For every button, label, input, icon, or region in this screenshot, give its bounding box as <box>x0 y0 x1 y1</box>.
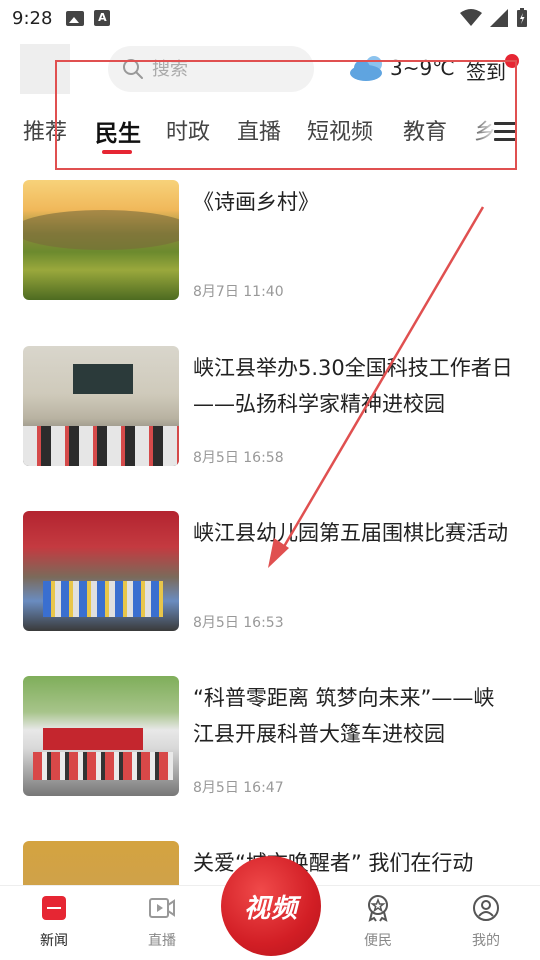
badge-star-icon <box>368 895 388 922</box>
news-time: 8月7日 11:40 <box>193 284 284 300</box>
status-system-icons <box>460 8 528 28</box>
news-thumbnail <box>23 346 179 466</box>
nav-mine-label: 我的 <box>472 933 500 949</box>
news-item[interactable]: “科普零距离 筑梦向未来”——峡江县开展科普大篷车进校园 8月5日 16:47 <box>0 676 540 826</box>
nav-mine[interactable]: 我的 <box>446 894 526 950</box>
video-fab-label: 视频 <box>243 893 298 924</box>
status-notification-icons: A <box>66 10 111 26</box>
nav-news[interactable]: 新闻 <box>14 894 94 950</box>
video-fab-button[interactable]: 视频 <box>221 856 321 956</box>
user-profile-icon <box>473 895 499 921</box>
nav-services[interactable]: 便民 <box>338 894 418 950</box>
status-bar: 9:28 A <box>0 0 540 36</box>
annotation-highlight-box <box>55 60 517 170</box>
news-title: 峡江县幼儿园第五届围棋比赛活动 <box>193 521 508 545</box>
wifi-icon <box>460 9 482 26</box>
nav-services-label: 便民 <box>364 933 392 949</box>
news-icon <box>42 896 66 920</box>
nav-live[interactable]: 直播 <box>122 894 202 950</box>
bottom-navigation: 新闻 直播 视频 便民 我的 <box>0 856 540 960</box>
news-thumbnail <box>23 676 179 796</box>
image-notification-icon <box>66 10 85 26</box>
nav-news-label: 新闻 <box>40 933 68 949</box>
news-item[interactable]: 峡江县幼儿园第五届围棋比赛活动 8月5日 16:53 <box>0 511 540 661</box>
news-title: 《诗画乡村》 <box>193 190 319 214</box>
news-thumbnail <box>23 180 179 300</box>
app-notification-icon: A <box>94 10 111 26</box>
news-title: 峡江县举办5.30全国科技工作者日——弘扬科学家精神进校园 <box>193 356 513 416</box>
status-time: 9:28 <box>12 7 53 29</box>
news-item[interactable]: 《诗画乡村》 8月7日 11:40 <box>0 180 540 330</box>
signal-icon <box>490 9 508 27</box>
news-time: 8月5日 16:47 <box>193 780 284 796</box>
news-time: 8月5日 16:58 <box>193 450 284 466</box>
battery-icon <box>517 8 527 27</box>
news-item[interactable]: 峡江县举办5.30全国科技工作者日——弘扬科学家精神进校园 8月5日 16:58 <box>0 346 540 496</box>
news-thumbnail <box>23 511 179 631</box>
news-title: “科普零距离 筑梦向未来”——峡江县开展科普大篷车进校园 <box>193 686 495 746</box>
news-time: 8月5日 16:53 <box>193 615 284 631</box>
nav-live-label: 直播 <box>148 933 176 949</box>
live-video-icon <box>149 898 175 918</box>
